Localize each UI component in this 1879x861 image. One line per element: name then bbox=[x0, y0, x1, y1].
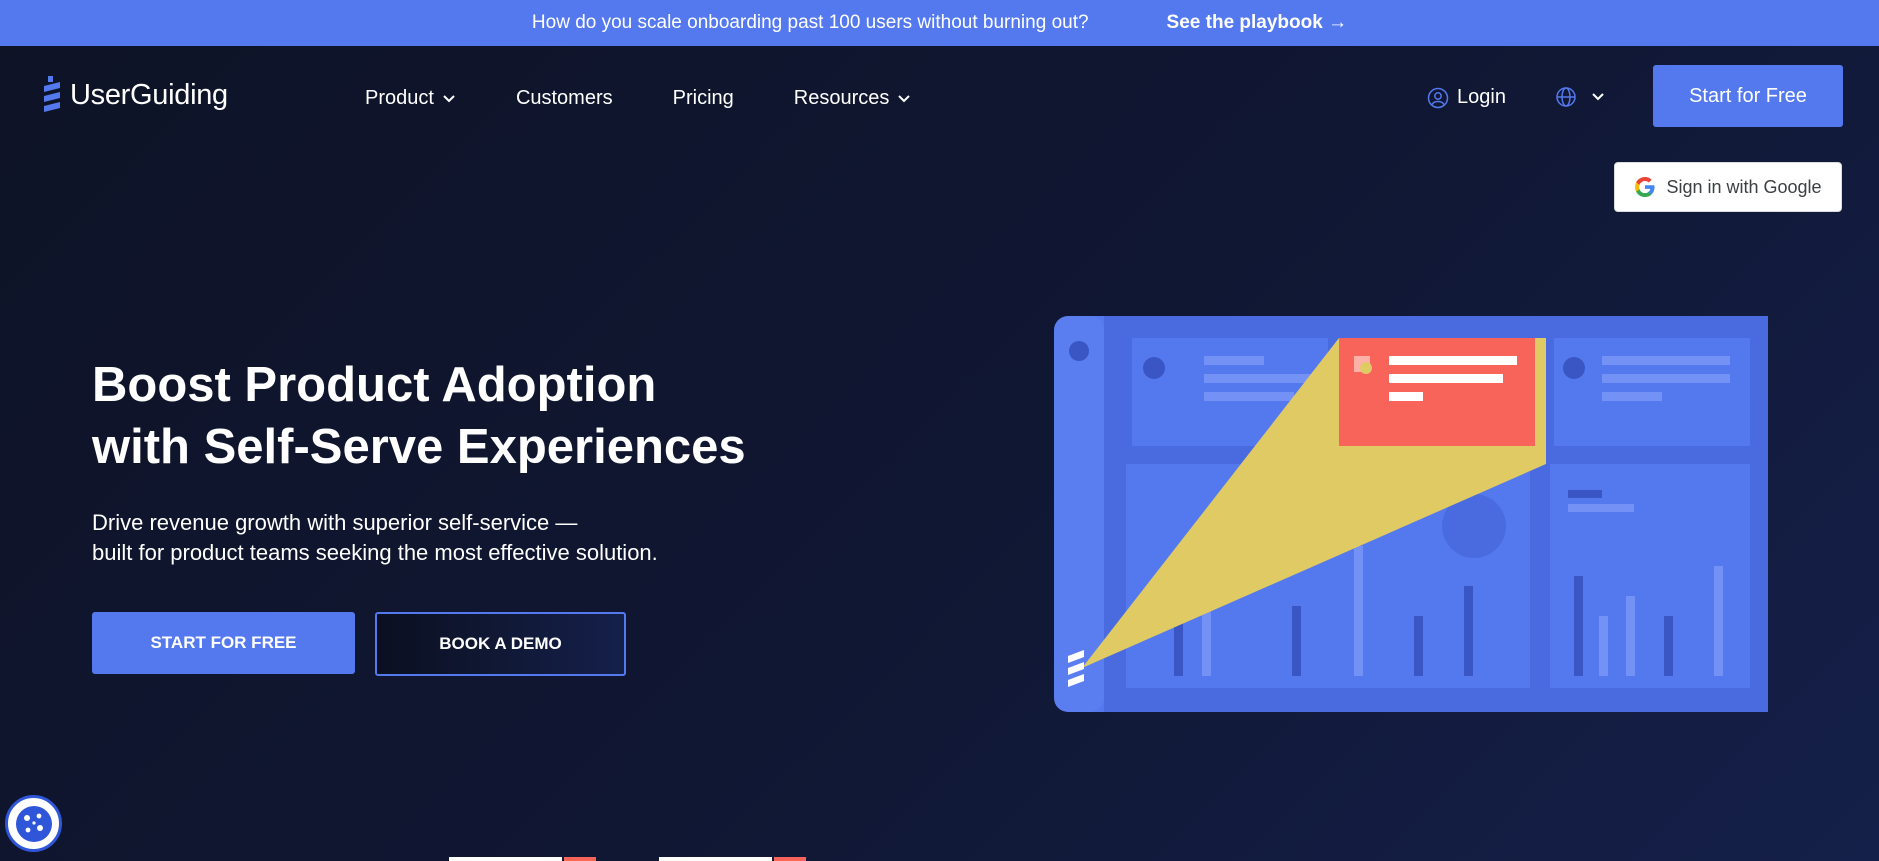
language-selector[interactable] bbox=[1555, 86, 1605, 108]
next-section-peek bbox=[449, 857, 562, 861]
google-button-label: Sign in with Google bbox=[1666, 176, 1822, 197]
user-icon bbox=[1427, 87, 1449, 108]
nav-item-label: Product bbox=[365, 87, 434, 109]
banner-playbook-link[interactable]: See the playbook → bbox=[1167, 12, 1348, 34]
nav-item-customers[interactable]: Customers bbox=[516, 87, 613, 110]
cookie-settings-button[interactable] bbox=[5, 795, 62, 852]
nav-item-label: Pricing bbox=[672, 87, 734, 109]
start-for-free-button[interactable]: Start for Free bbox=[1653, 65, 1843, 127]
chevron-down-icon bbox=[898, 94, 911, 102]
chevron-down-icon bbox=[1592, 93, 1604, 101]
book-a-demo-button[interactable]: BOOK A DEMO bbox=[375, 612, 626, 676]
nav-item-pricing[interactable]: Pricing bbox=[673, 87, 734, 110]
nav-item-resources[interactable]: Resources bbox=[794, 87, 912, 110]
nav-item-label: Resources bbox=[793, 87, 890, 109]
sign-in-with-google-button[interactable]: Sign in with Google bbox=[1614, 162, 1842, 212]
nav-item-product[interactable]: Product bbox=[365, 87, 456, 110]
logo-wordmark: UserGuiding bbox=[70, 78, 228, 111]
hero-title-line-2: with Self-Serve Experiences bbox=[92, 420, 746, 474]
next-section-peek bbox=[564, 857, 596, 861]
lighthouse-logo-icon bbox=[44, 76, 60, 112]
login-link[interactable]: Login bbox=[1427, 86, 1506, 109]
cookie-icon bbox=[15, 805, 52, 842]
announcement-banner: How do you scale onboarding past 100 use… bbox=[0, 0, 1879, 46]
hero-subtitle: Drive revenue growth with superior self-… bbox=[92, 508, 792, 568]
hero-subtitle-line-1: Drive revenue growth with superior self-… bbox=[92, 510, 578, 535]
main-nav: Product Customers Pricing Resources bbox=[365, 87, 971, 110]
banner-message: How do you scale onboarding past 100 use… bbox=[531, 12, 1089, 33]
chevron-down-icon bbox=[443, 94, 455, 102]
globe-icon bbox=[1556, 87, 1576, 107]
nav-item-label: Customers bbox=[515, 87, 613, 109]
hero-title: Boost Product Adoption with Self-Serve E… bbox=[92, 354, 812, 478]
hero-title-line-1: Boost Product Adoption bbox=[92, 358, 657, 412]
login-label: Login bbox=[1457, 86, 1506, 108]
hero-subtitle-line-2: built for product teams seeking the most… bbox=[92, 540, 658, 565]
start-for-free-hero-button[interactable]: START FOR FREE bbox=[92, 612, 355, 674]
hero-illustration bbox=[1054, 316, 1768, 712]
next-section-peek bbox=[659, 857, 772, 861]
google-g-icon bbox=[1635, 177, 1655, 197]
userguiding-logo[interactable]: UserGuiding bbox=[42, 76, 228, 114]
next-section-peek bbox=[774, 857, 806, 861]
